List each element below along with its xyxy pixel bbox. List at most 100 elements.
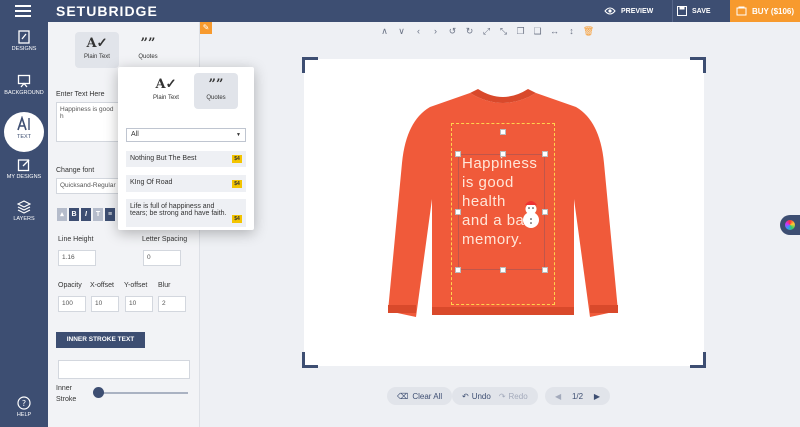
rail-label: LAYERS [13, 216, 35, 222]
bold-button[interactable]: B [69, 208, 79, 221]
design-text[interactable]: Happiness is good health and a bad memor… [462, 154, 558, 249]
cart-icon [736, 6, 747, 16]
quote-item[interactable]: KIng Of Road $4 [126, 175, 246, 192]
crop-corner [302, 352, 318, 368]
save-icon [677, 6, 687, 16]
resize-handle[interactable] [455, 267, 461, 273]
enter-text-label: Enter Text Here [56, 91, 105, 98]
rail-item-help[interactable]: ? HELP [0, 396, 48, 418]
quote-item[interactable]: Life is full of happiness and tears; be … [126, 199, 246, 227]
change-font-label: Change font [56, 167, 95, 174]
opacity-input[interactable]: 100 [58, 296, 86, 312]
delete-icon[interactable]: 🗑 [580, 22, 597, 40]
stretch-horizontal-icon[interactable]: ↔ [546, 22, 563, 40]
italic-button[interactable]: I [81, 208, 91, 221]
rail-item-my-designs[interactable]: MY DESIGNS [0, 158, 48, 180]
shrink-icon[interactable]: ⤡ [495, 22, 512, 40]
blur-label: Blur [158, 282, 171, 289]
redo-icon[interactable]: ↷ [499, 392, 506, 401]
inner-stroke-slider[interactable] [94, 392, 188, 394]
text-icon [17, 116, 30, 131]
line-height-input[interactable]: 1.16 [58, 250, 96, 266]
price-badge: $4 [232, 180, 242, 188]
letter-spacing-input[interactable]: 0 [143, 250, 181, 266]
blur-input[interactable]: 2 [158, 296, 186, 312]
rail-label: HELP [16, 412, 32, 418]
move-left-icon[interactable]: ‹ [410, 22, 427, 40]
letter-spacing-label: Letter Spacing [142, 236, 188, 243]
app-logo: SETUBRIDGE [56, 3, 158, 19]
strike-button[interactable]: T [93, 208, 103, 221]
undo-redo-group: ↶ Undo ↷ Redo [452, 387, 538, 405]
move-up-icon[interactable]: ∧ [376, 22, 393, 40]
svg-text:?: ? [22, 399, 26, 408]
tab-label: Plain Text [84, 54, 110, 60]
tab-label: Plain Text [153, 95, 179, 101]
buy-button[interactable]: BUY ($106) [730, 0, 800, 22]
resize-handle[interactable] [500, 129, 506, 135]
next-page-icon[interactable]: ▶ [594, 392, 600, 401]
text-input[interactable]: Happiness is good h [56, 102, 122, 142]
popup-tab-plain-text[interactable]: A✓ Plain Text [144, 73, 188, 109]
color-picker-tab[interactable] [780, 215, 800, 235]
resize-handle[interactable] [542, 267, 548, 273]
quote-text: Life is full of happiness and tears; be … [130, 203, 227, 217]
clear-all-button[interactable]: ⌫ Clear All [387, 387, 453, 405]
menu-icon[interactable] [15, 5, 31, 17]
rail-item-layers[interactable]: LAYERS [0, 200, 48, 222]
rail-item-designs[interactable]: DESIGNS [0, 30, 48, 52]
undo-button[interactable]: Undo [472, 392, 491, 401]
duplicate-icon[interactable]: ❑ [529, 22, 546, 40]
resize-handle[interactable] [500, 267, 506, 273]
eraser-icon: ⌫ [397, 391, 409, 401]
undo-icon[interactable]: ↶ [462, 392, 469, 401]
preview-button[interactable]: PREVIEW [604, 0, 653, 22]
preview-label: PREVIEW [621, 7, 654, 15]
easel-icon [17, 74, 31, 88]
clear-label: Clear All [412, 391, 443, 401]
move-down-icon[interactable]: ∨ [393, 22, 410, 40]
rail-item-text[interactable]: TEXT [4, 112, 44, 152]
opacity-label: Opacity [58, 282, 82, 289]
tab-quotes[interactable]: ”” Quotes [126, 32, 170, 68]
left-rail: DESIGNS BACKGROUND TEXT MY DESIGNS LAYER… [0, 22, 48, 427]
rotate-left-icon[interactable]: ↺ [444, 22, 461, 40]
prev-page-icon[interactable]: ◀ [555, 392, 561, 401]
expand-icon[interactable]: ⤢ [478, 22, 495, 40]
design-canvas[interactable]: Happiness is good health and a bad memor… [302, 57, 706, 368]
buy-label: BUY ($106) [751, 6, 795, 16]
align-button[interactable]: ≡ [105, 208, 115, 221]
xoffset-input[interactable]: 10 [91, 296, 119, 312]
snowman-icon [523, 201, 539, 228]
quote-item[interactable]: Nothing But The Best $4 [126, 151, 246, 167]
price-badge: $4 [232, 215, 242, 223]
inner-stroke-button[interactable]: INNER STROKE TEXT [56, 332, 145, 348]
font-select[interactable]: Quicksand-Regular [56, 178, 121, 194]
move-right-icon[interactable]: › [427, 22, 444, 40]
yoffset-label: Y-offset [124, 282, 148, 289]
quotes-popup: A✓ Plain Text ”” Quotes All ▼ Nothing Bu… [118, 67, 254, 230]
line-height-label: Line Height [58, 236, 94, 243]
stretch-vertical-icon[interactable]: ↕ [563, 22, 580, 40]
edit-tag-icon[interactable]: ✎ [200, 22, 212, 34]
design-line: Happiness [462, 155, 538, 172]
rail-label: MY DESIGNS [6, 174, 42, 180]
category-select[interactable]: All ▼ [126, 128, 246, 142]
object-toolbar: ∧ ∨ ‹ › ↺ ↻ ⤢ ⤡ ❐ ❑ ↔ ↕ 🗑 [376, 22, 597, 40]
rotate-right-icon[interactable]: ↻ [461, 22, 478, 40]
quote-text: KIng Of Road [130, 179, 173, 186]
redo-button[interactable]: Redo [509, 392, 528, 401]
stroke-color-input[interactable] [58, 360, 190, 379]
rail-item-background[interactable]: BACKGROUND [0, 74, 48, 96]
popup-tab-quotes[interactable]: ”” Quotes [194, 73, 238, 109]
yoffset-input[interactable]: 10 [125, 296, 153, 312]
text-size-icon[interactable]: ▴ [57, 208, 67, 221]
designs-icon [18, 30, 30, 44]
resize-handle[interactable] [455, 209, 461, 215]
quote-text: Nothing But The Best [130, 155, 197, 162]
tab-plain-text[interactable]: A✓ Plain Text [75, 32, 119, 68]
design-line: is good [462, 174, 514, 191]
save-button[interactable]: SAVE [672, 0, 711, 22]
resize-handle[interactable] [455, 151, 461, 157]
copy-icon[interactable]: ❐ [512, 22, 529, 40]
